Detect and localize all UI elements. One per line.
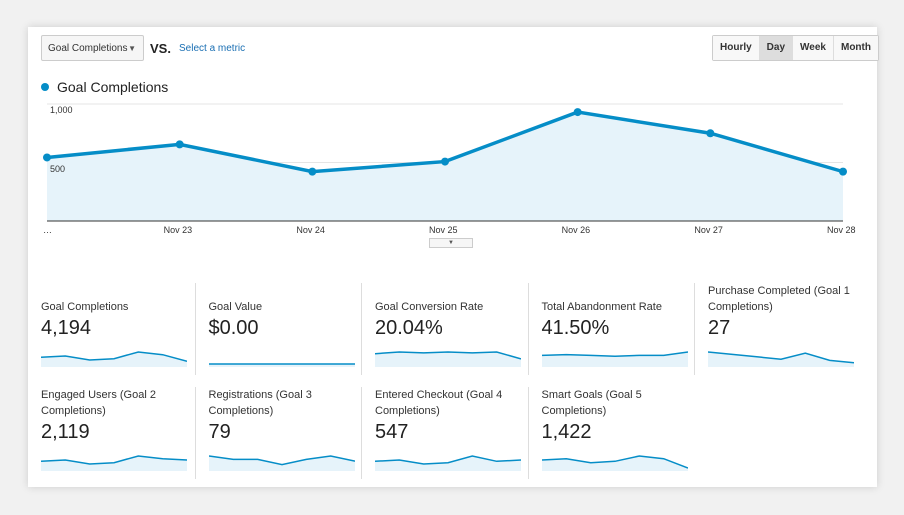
line-chart — [43, 103, 847, 222]
metric-value: 1,422 — [541, 421, 592, 443]
metric-label: Entered Checkout (Goal 4 Completions) — [375, 389, 503, 417]
metric-label: Registrations (Goal 3 Completions) — [208, 389, 312, 417]
sparkline — [41, 455, 187, 471]
metric-value: 2,119 — [41, 421, 90, 443]
metric-tile[interactable]: Registrations (Goal 3 Completions) 79 — [194, 387, 361, 479]
metric-tile[interactable]: Entered Checkout (Goal 4 Completions) 547 — [361, 387, 527, 479]
x-tick: Nov 28 — [827, 225, 856, 235]
metric-value: 41.50% — [541, 317, 610, 339]
metric-value: 547 — [375, 421, 409, 443]
metric-value: 20.04% — [375, 317, 443, 339]
data-point[interactable] — [175, 140, 184, 149]
metric-label: Goal Conversion Rate — [375, 301, 484, 313]
y-tick: 1,000 — [50, 105, 73, 115]
analytics-card: Goal Completions ▼ VS. Select a metric Ho… — [28, 27, 879, 487]
metric-tile[interactable]: Engaged Users (Goal 2 Completions) 2,119 — [28, 387, 194, 479]
x-tick: Nov 27 — [694, 225, 723, 235]
metric-value: $0.00 — [208, 317, 259, 339]
x-tick: Nov 25 — [429, 225, 458, 235]
sparkline — [541, 351, 688, 367]
x-tick: Nov 23 — [163, 225, 193, 235]
sparkline — [41, 351, 187, 367]
metric-tile[interactable]: Goal Value $0.00 — [194, 283, 361, 375]
metric-tile[interactable]: Total Abandonment Rate 41.50% — [527, 283, 694, 375]
x-tick: … — [43, 225, 52, 235]
data-point[interactable] — [308, 167, 317, 176]
x-tick: Nov 24 — [296, 225, 325, 235]
metric-tile[interactable]: Goal Completions 4,194 — [28, 283, 194, 375]
metric-label: Engaged Users (Goal 2 Completions) — [41, 389, 156, 417]
metric-value: 4,194 — [41, 317, 92, 339]
sparkline — [375, 455, 521, 471]
metric-tile[interactable]: Smart Goals (Goal 5 Completions) 1,422 — [527, 387, 694, 479]
metric-tile[interactable]: Goal Conversion Rate 20.04% — [361, 283, 527, 375]
data-point[interactable] — [43, 153, 51, 162]
sparkline — [375, 351, 521, 367]
area-fill — [47, 112, 843, 221]
sparkline — [708, 351, 854, 367]
data-point[interactable] — [441, 157, 449, 166]
metric-label: Total Abandonment Rate — [541, 301, 662, 313]
sparkline — [208, 363, 355, 367]
y-tick: 500 — [50, 163, 66, 174]
metric-tile[interactable]: Purchase Completed (Goal 1 Completions) 2… — [694, 283, 860, 375]
metric-label: Goal Completions — [41, 301, 129, 313]
metric-value: 79 — [208, 421, 231, 443]
data-point[interactable] — [839, 167, 847, 176]
data-point[interactable] — [573, 108, 582, 117]
data-point[interactable] — [706, 129, 715, 138]
chart-resize-handle[interactable]: ▼ — [429, 238, 473, 248]
metric-value: 27 — [708, 317, 731, 339]
sparkline — [208, 455, 355, 471]
x-tick: Nov 26 — [561, 225, 591, 235]
metric-label: Purchase Completed (Goal 1 Completions) — [708, 285, 850, 313]
metric-label: Goal Value — [208, 301, 263, 313]
metric-label: Smart Goals (Goal 5 Completions) — [541, 389, 642, 417]
sparkline — [541, 455, 688, 471]
